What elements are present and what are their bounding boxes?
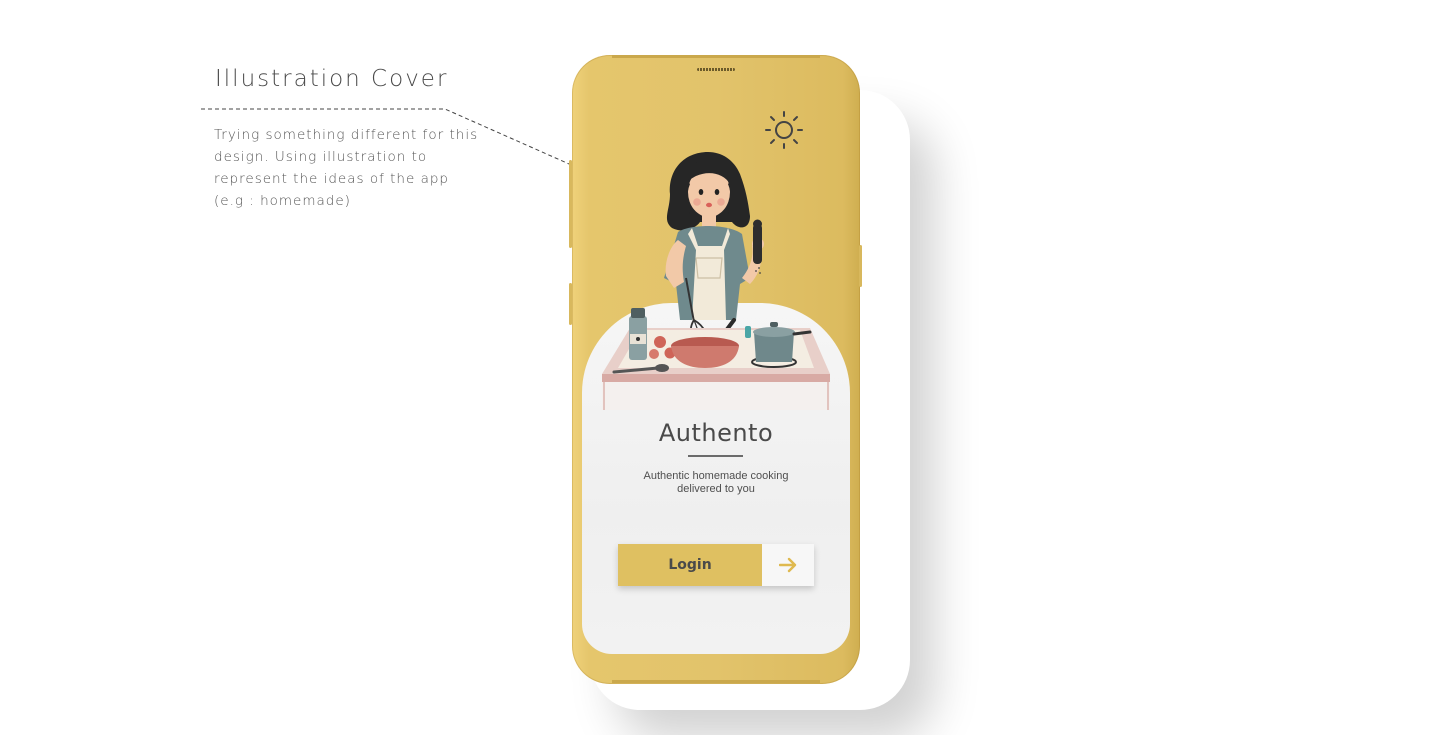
frame-top-band <box>612 55 820 58</box>
frame-bottom-band <box>612 680 820 683</box>
annotation-description: Trying something different for this desi… <box>214 124 479 212</box>
login-group: Login <box>618 544 814 586</box>
tagline-line: Authentic homemade cooking <box>643 470 789 482</box>
side-button <box>569 283 572 325</box>
sun-icon[interactable] <box>764 110 804 150</box>
annotation-title: Illustration Cover <box>215 66 449 92</box>
annotation-line: represent the ideas of the app <box>214 171 449 187</box>
annotation-line: Trying something different for this <box>214 127 479 143</box>
annotation-line: design. Using illustration to <box>214 149 428 165</box>
annotation-line: (e.g : homemade) <box>214 193 351 209</box>
app-tagline: Authentic homemade cooking delivered to … <box>620 470 812 496</box>
app-name-underline <box>688 455 743 457</box>
arrow-right-icon <box>779 557 797 573</box>
login-arrow-button[interactable] <box>762 544 814 586</box>
login-button[interactable]: Login <box>618 544 762 586</box>
cook-illustration <box>602 152 830 410</box>
power-button <box>859 245 862 287</box>
speaker-grille <box>697 68 735 71</box>
tagline-line: delivered to you <box>677 483 755 495</box>
app-name: Authento <box>658 419 774 447</box>
volume-button <box>569 160 572 248</box>
